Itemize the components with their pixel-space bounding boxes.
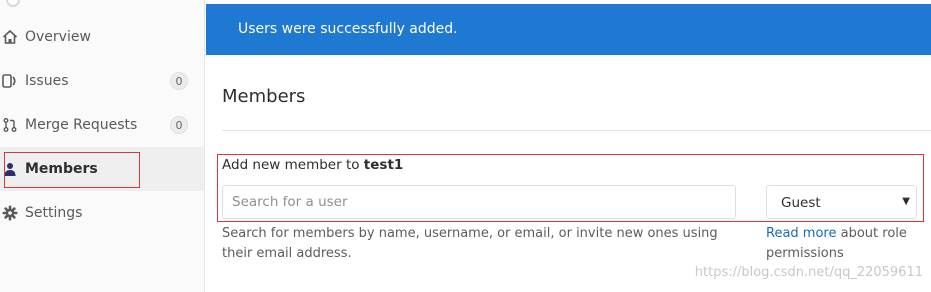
read-more-link[interactable]: Read more (766, 226, 836, 241)
sidebar-item-label: Settings (25, 205, 83, 221)
sidebar-item-settings[interactable]: Settings (0, 191, 204, 235)
sidebar-item-label: Merge Requests (25, 117, 138, 133)
sidebar-item-label: Members (25, 161, 98, 177)
sidebar-item-merge-requests[interactable]: Merge Requests 0 (0, 103, 204, 147)
add-member-label-text: Add new member to (222, 157, 360, 173)
project-name: test1 (363, 157, 404, 173)
access-level-select[interactable]: Guest ▼ (766, 185, 917, 219)
search-help-text: Search for members by name, username, or… (222, 226, 718, 261)
sidebar-item-label: Issues (25, 73, 69, 89)
page-title: Members (222, 86, 306, 107)
members-icon (4, 163, 16, 176)
home-icon (2, 29, 18, 44)
issues-icon (2, 74, 16, 88)
user-search-input[interactable] (222, 185, 736, 219)
access-level-value: Guest (781, 195, 821, 211)
issues-count-badge: 0 (170, 72, 188, 90)
merge-requests-count-badge: 0 (170, 116, 188, 134)
flash-message: Users were successfully added. (238, 21, 458, 37)
role-help-text: Read more about role permissions (766, 224, 926, 264)
caret-down-icon: ▼ (902, 196, 910, 207)
flash-notice: Users were successfully added. (206, 4, 931, 55)
merge-request-icon (3, 118, 17, 132)
logo-icon (6, 0, 20, 7)
sidebar-item-overview[interactable]: Overview (0, 15, 204, 59)
sidebar-item-label: Overview (25, 29, 91, 45)
divider (222, 130, 931, 131)
sidebar: Overview Issues 0 Merge Requests 0 Membe… (0, 0, 205, 292)
add-member-label: Add new member to test1 (222, 157, 403, 174)
settings-icon (2, 205, 18, 221)
sidebar-item-issues[interactable]: Issues 0 (0, 59, 204, 103)
watermark: https://blog.csdn.net/qq_22059611 (694, 265, 923, 280)
sidebar-item-members[interactable]: Members (0, 147, 204, 191)
